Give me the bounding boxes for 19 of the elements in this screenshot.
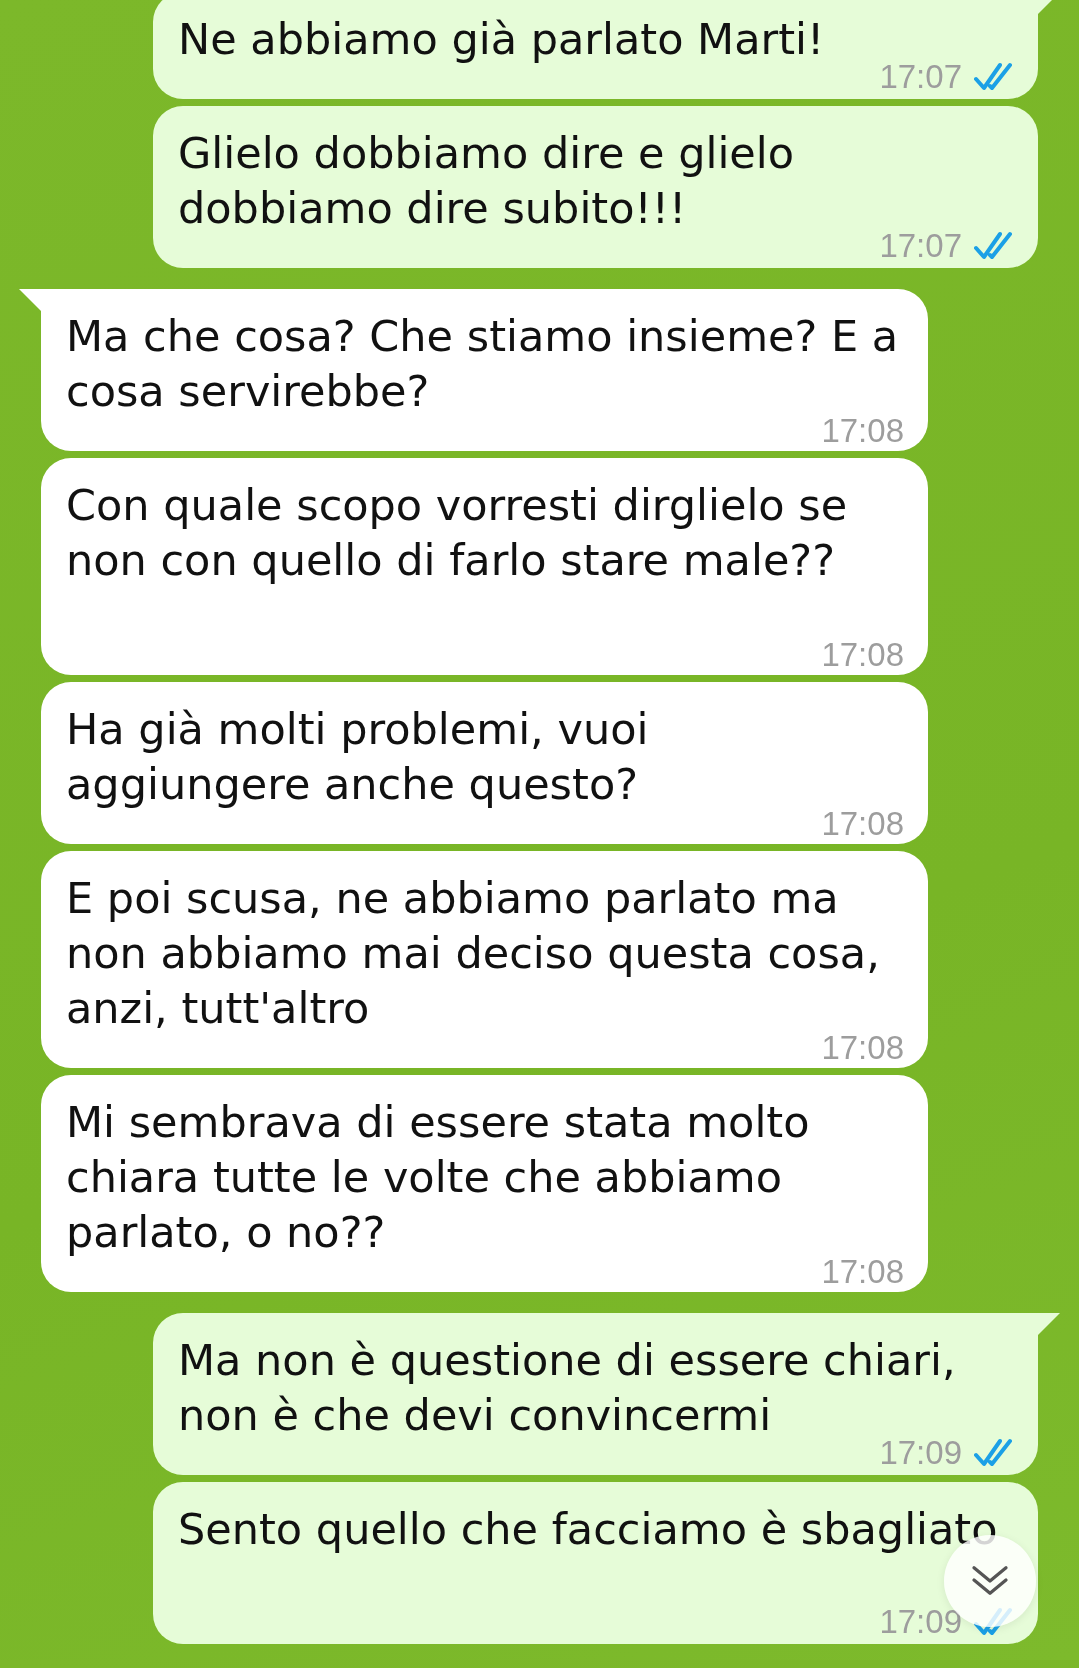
message-time: 17:09	[879, 1440, 962, 1466]
message-time: 17:08	[821, 418, 904, 444]
message-text: E poi scusa, ne abbiamo parlato ma non abbiamo mai deciso questa cosa, anzi, tutt'altro	[66, 873, 880, 1033]
message-text: Ma che cosa? Che stiamo insieme? E a cosa servirebbe?	[66, 311, 899, 416]
message-text: Glielo dobbiamo dire e glielo dobbiamo dire subito!!!	[178, 128, 795, 233]
message-time: 17:08	[821, 1035, 904, 1061]
message-text: Mi sembrava di essere stata molto chiara tutte le volte che abbiamo parlato, o no??	[66, 1097, 810, 1257]
message-time: 17:09	[879, 1609, 962, 1635]
message-text: Sento quello che facciamo è sbagliato	[178, 1504, 998, 1554]
message-text: Ha già molti problemi, vuoi aggiungere anche questo?	[66, 704, 649, 809]
double-chevron-down-icon	[971, 1565, 1009, 1597]
message-time: 17:07	[879, 233, 962, 259]
message-text: Ne abbiamo già parlato Marti!	[178, 14, 825, 64]
message-time: 17:08	[821, 1259, 904, 1285]
message-time: 17:07	[879, 64, 962, 90]
message-time: 17:08	[821, 642, 904, 668]
message-text: Con quale scopo vorresti dirglielo se non con quello di farlo stare male??	[66, 480, 848, 585]
message-text: Ma non è questione di essere chiari, non è che devi convincermi	[178, 1335, 956, 1440]
message-time: 17:08	[821, 811, 904, 837]
